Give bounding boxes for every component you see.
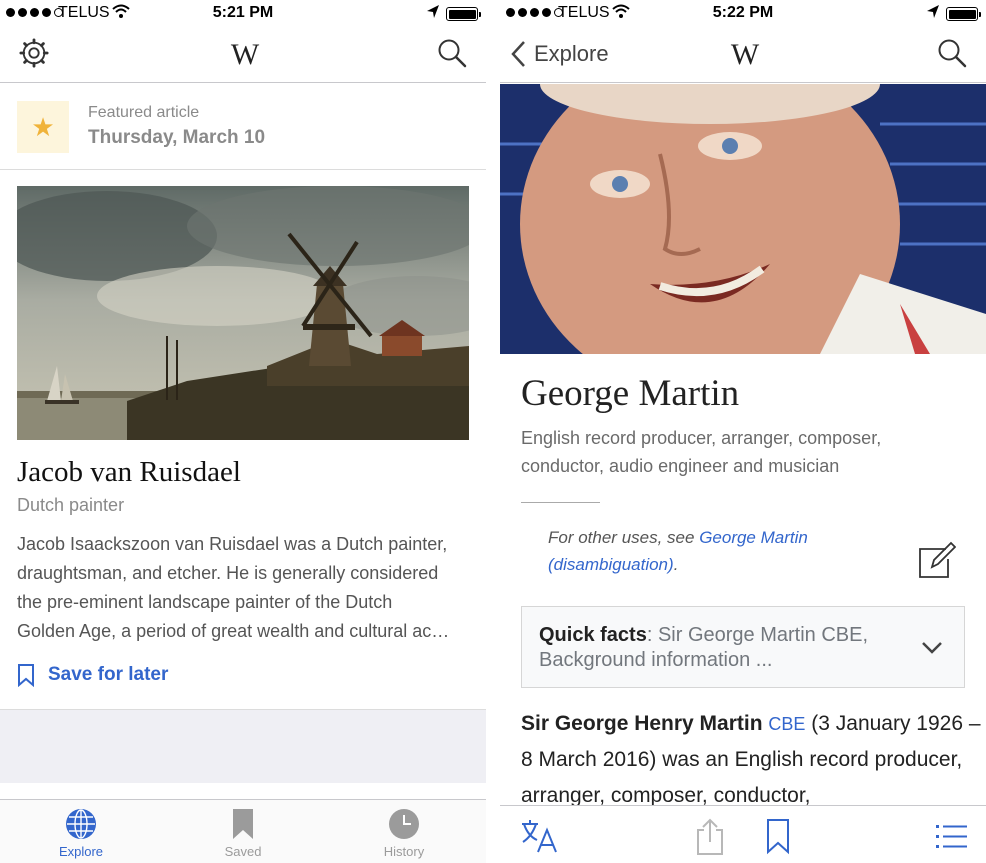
search-icon[interactable] (437, 38, 467, 68)
article-description: English record producer, arranger, compo… (521, 428, 882, 476)
lead-image[interactable] (500, 84, 986, 354)
title-divider (521, 502, 600, 503)
language-icon[interactable] (520, 816, 560, 856)
tab-saved-label: Saved (224, 844, 262, 859)
tab-saved[interactable]: Saved (198, 808, 288, 859)
save-for-later-label: Save for later (48, 664, 169, 685)
bookmark-icon[interactable] (758, 816, 798, 856)
battery-icon (446, 7, 481, 21)
battery-icon (946, 7, 981, 21)
location-arrow-icon (427, 5, 439, 18)
clock-icon (389, 809, 419, 839)
article-lead-paragraph: Sir George Henry Martin CBE (3 January 1… (521, 706, 981, 814)
article-description: Dutch painter (17, 495, 125, 515)
save-for-later-button[interactable]: Save for later (17, 662, 168, 688)
status-bar: TELUS 5:22 PM (500, 0, 986, 28)
edit-pencil-icon[interactable] (918, 541, 956, 579)
quick-facts-label: Quick facts (539, 624, 647, 646)
tab-explore-label: Explore (58, 844, 104, 859)
featured-date: Thursday, March 10 (88, 127, 266, 148)
quick-facts-text: Quick facts: Sir George Martin CBE, Back… (539, 623, 899, 673)
globe-icon (66, 809, 96, 839)
wikipedia-logo: W (230, 38, 259, 71)
bookmark-outline-icon (18, 664, 34, 687)
location-arrow-icon (927, 5, 939, 18)
chevron-down-icon (922, 642, 942, 654)
explore-screen: TELUS 5:21 PM W ★ Featured article Thurs… (0, 0, 486, 863)
cbe-link[interactable]: CBE (768, 714, 805, 734)
feed-separator (0, 709, 486, 783)
table-of-contents-icon[interactable] (932, 816, 972, 856)
article-extract[interactable]: Jacob Isaackszoon van Ruisdael was a Dut… (17, 530, 473, 646)
lead-bold-name: Sir George Henry Martin (521, 712, 763, 735)
article-screen: TELUS 5:22 PM Explore W George Martin En… (500, 0, 986, 863)
bottom-tab-bar: Explore Saved History (0, 799, 486, 863)
tab-history-label: History (383, 844, 425, 859)
wikipedia-logo: W (730, 38, 759, 71)
clock-time: 5:22 PM (712, 4, 774, 21)
article-title[interactable]: Jacob van Ruisdael (17, 456, 241, 489)
extract-line: Golden Age, a period of great wealth and… (17, 621, 450, 641)
hatnote-punct: . (673, 555, 679, 574)
clock-time: 5:21 PM (212, 4, 274, 21)
tab-history[interactable]: History (359, 808, 449, 859)
quick-facts-panel[interactable]: Quick facts: Sir George Martin CBE, Back… (521, 606, 965, 688)
star-icon: ★ (17, 101, 69, 153)
share-icon[interactable] (690, 816, 730, 856)
extract-line: the pre-eminent landscape painter of the… (17, 592, 393, 612)
featured-article-header: ★ Featured article Thursday, March 10 (0, 84, 486, 170)
article-title: George Martin (521, 373, 740, 414)
search-icon[interactable] (937, 38, 967, 68)
extract-line: Jacob Isaackszoon van Ruisdael was a Dut… (17, 534, 448, 554)
top-nav: Explore W (500, 28, 986, 83)
status-bar: TELUS 5:21 PM (0, 0, 486, 28)
top-nav: W (0, 28, 486, 83)
bookmark-icon (233, 809, 253, 839)
featured-label: Featured article (88, 104, 200, 121)
tab-explore[interactable]: Explore (36, 808, 126, 859)
article-toolbar (500, 805, 986, 863)
hatnote: For other uses, see George Martin (disam… (548, 524, 848, 578)
extract-line: draughtsman, and etcher. He is generally… (17, 563, 439, 583)
screen-divider (486, 0, 500, 863)
featured-image[interactable] (17, 186, 469, 440)
hatnote-text: For other uses, see (548, 528, 700, 547)
